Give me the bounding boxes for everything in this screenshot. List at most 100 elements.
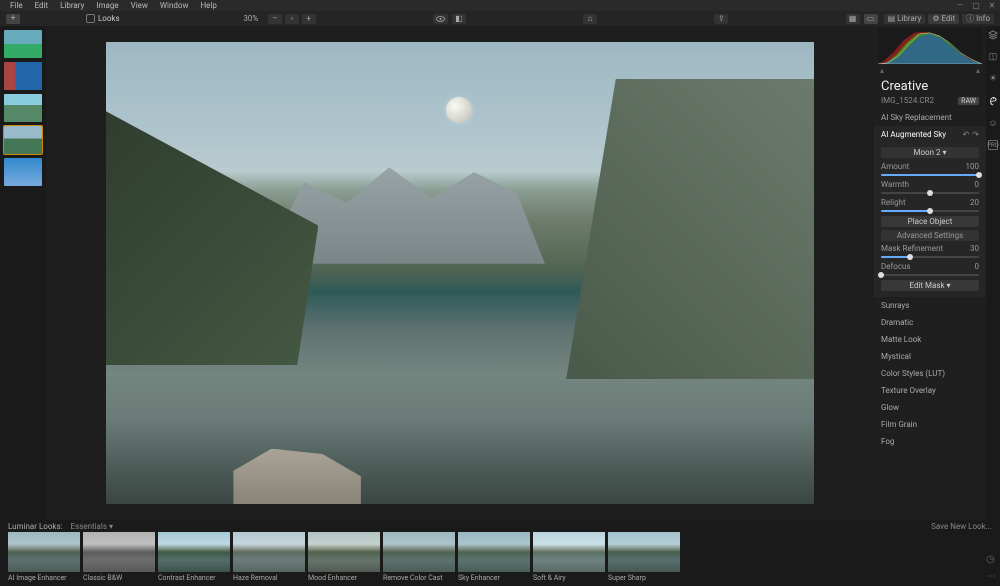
tool-film-grain[interactable]: Film Grain	[874, 416, 986, 433]
panel-category-strip: ◫ ☀ ☺ PRO	[986, 26, 1000, 520]
amount-slider[interactable]	[881, 174, 979, 176]
pro-icon[interactable]: PRO	[988, 140, 998, 150]
menu-help[interactable]: Help	[194, 1, 222, 10]
mask-refinement-slider[interactable]	[881, 256, 979, 258]
shadow-clip-toggle[interactable]: ▴	[880, 66, 884, 74]
relight-value: 20	[970, 198, 979, 207]
menu-edit[interactable]: Edit	[29, 1, 55, 10]
edit-panel: ▴ ▴ Creative IMG_1524.CR2 RAW AI Sky Rep…	[874, 26, 986, 520]
raw-badge: RAW	[958, 97, 979, 105]
look-item[interactable]: Remove Color Cast	[383, 532, 455, 584]
moon-object[interactable]	[446, 97, 472, 123]
thumbnail[interactable]	[4, 30, 42, 58]
tool-glow[interactable]: Glow	[874, 399, 986, 416]
tool-mystical[interactable]: Mystical	[874, 348, 986, 365]
thumbnail-selected[interactable]	[4, 126, 42, 154]
relight-label: Relight	[881, 198, 906, 207]
look-item[interactable]: Sky Enhancer	[458, 532, 530, 584]
histogram-toggles: ▴ ▴	[874, 66, 986, 74]
canvas-viewport[interactable]	[46, 26, 874, 520]
menu-bar: File Edit Library Image View Window Help	[4, 1, 956, 10]
look-item[interactable]: Contrast Enhancer	[158, 532, 230, 584]
filename-text: IMG_1524.CR2	[881, 96, 934, 105]
warmth-slider[interactable]	[881, 192, 979, 194]
tool-texture-overlay[interactable]: Texture Overlay	[874, 382, 986, 399]
more-icon[interactable]: ⋯	[986, 571, 996, 582]
zoom-center-button[interactable]: ▫	[285, 14, 299, 24]
defocus-label: Defocus	[881, 262, 911, 271]
zoom-out-button[interactable]: –	[268, 14, 282, 24]
look-item[interactable]: Super Sharp	[608, 532, 680, 584]
looks-label: Luminar Looks:	[8, 522, 63, 531]
looks-strip: AI Image Enhancer Classic B&W Contrast E…	[0, 532, 1000, 586]
library-tab[interactable]: ▤Library	[884, 14, 926, 24]
compare-eye-button[interactable]	[433, 14, 448, 24]
close-button[interactable]: ✕	[988, 1, 996, 10]
tool-sunrays[interactable]: Sunrays	[874, 297, 986, 314]
rock-graphic	[233, 449, 360, 504]
creative-icon[interactable]	[988, 96, 998, 106]
zoom-in-button[interactable]: +	[302, 14, 316, 24]
defocus-slider[interactable]	[881, 274, 979, 276]
edit-tab[interactable]: ⚙Edit	[928, 14, 959, 24]
object-select[interactable]: Moon 2 ▾	[881, 147, 979, 158]
mask-refinement-label: Mask Refinement	[881, 244, 943, 253]
augmented-sky-content: Moon 2 ▾ Amount100 Warmth0 Relight20 Pla…	[874, 143, 986, 297]
place-object-button[interactable]: Place Object	[881, 216, 979, 227]
thumbnail[interactable]	[4, 94, 42, 122]
redo-button[interactable]: ↷	[972, 130, 979, 139]
view-single-button[interactable]: ▭	[864, 14, 878, 24]
mountain-graphic	[566, 79, 814, 379]
looks-header: Luminar Looks: Essentials ▾ Save New Loo…	[0, 520, 1000, 532]
add-button[interactable]: +	[6, 14, 20, 24]
tool-sky-replacement[interactable]: AI Sky Replacement	[874, 109, 986, 126]
thumbnail[interactable]	[4, 158, 42, 186]
export-button[interactable]: ⇪	[714, 14, 728, 24]
undo-button[interactable]: ↶	[963, 130, 970, 139]
menu-file[interactable]: File	[4, 1, 29, 10]
layers-icon[interactable]	[988, 30, 998, 40]
tool-fog[interactable]: Fog	[874, 433, 986, 450]
look-item[interactable]: Haze Removal	[233, 532, 305, 584]
compare-split-button[interactable]: ◧	[452, 14, 466, 24]
looks-category[interactable]: Essentials ▾	[71, 522, 113, 531]
warmth-value: 0	[975, 180, 980, 189]
menu-image[interactable]: Image	[90, 1, 124, 10]
relight-slider[interactable]	[881, 210, 979, 212]
titlebar: File Edit Library Image View Window Help…	[0, 0, 1000, 11]
advanced-settings-button[interactable]: Advanced Settings	[881, 230, 979, 241]
window-controls: — ▢ ✕	[956, 1, 996, 10]
highlight-clip-toggle[interactable]: ▴	[976, 66, 980, 74]
minimize-button[interactable]: —	[956, 1, 964, 10]
menu-view[interactable]: View	[125, 1, 154, 10]
tool-matte-look[interactable]: Matte Look	[874, 331, 986, 348]
zoom-controls: 30% – ▫ +	[237, 14, 316, 24]
main-area: ▴ ▴ Creative IMG_1524.CR2 RAW AI Sky Rep…	[0, 26, 1000, 520]
edit-mask-button[interactable]: Edit Mask ▾	[881, 280, 979, 291]
look-item[interactable]: Classic B&W	[83, 532, 155, 584]
looks-icon	[86, 14, 95, 23]
tool-augmented-sky[interactable]: AI Augmented Sky ↶ ↷	[874, 126, 986, 143]
save-look-button[interactable]: Save New Look...	[931, 522, 992, 531]
look-item[interactable]: Soft & Airy	[533, 532, 605, 584]
tool-dramatic[interactable]: Dramatic	[874, 314, 986, 331]
looks-toggle[interactable]: Looks	[98, 14, 120, 23]
canvas-icon[interactable]: ◫	[988, 52, 998, 62]
histogram[interactable]	[878, 28, 982, 64]
tool-color-styles[interactable]: Color Styles (LUT)	[874, 365, 986, 382]
portrait-icon[interactable]: ☺	[988, 118, 998, 128]
view-grid-button[interactable]: ▦	[846, 14, 860, 24]
amount-label: Amount	[881, 162, 909, 171]
history-icon[interactable]: ◷	[986, 554, 996, 565]
menu-library[interactable]: Library	[54, 1, 90, 10]
menu-window[interactable]: Window	[154, 1, 195, 10]
zoom-value[interactable]: 30%	[237, 14, 265, 23]
look-item[interactable]: AI Image Enhancer	[8, 532, 80, 584]
essentials-icon[interactable]: ☀	[988, 74, 998, 84]
thumbnail[interactable]	[4, 62, 42, 90]
tool-undo-redo: ↶ ↷	[963, 130, 979, 139]
info-tab[interactable]: ⓘInfo	[962, 14, 994, 24]
crop-button[interactable]: ⌂	[583, 14, 597, 24]
maximize-button[interactable]: ▢	[972, 1, 980, 10]
look-item[interactable]: Mood Enhancer	[308, 532, 380, 584]
